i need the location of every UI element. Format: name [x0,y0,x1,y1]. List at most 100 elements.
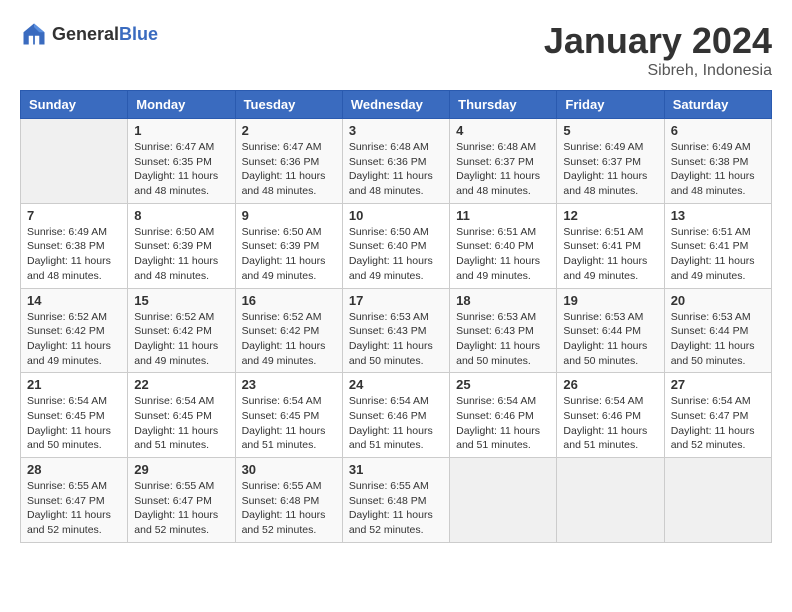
calendar-cell [664,458,771,543]
calendar-cell: 5 Sunrise: 6:49 AMSunset: 6:37 PMDaylight… [557,119,664,204]
calendar-cell: 14Sunrise: 6:52 AMSunset: 6:42 PMDayligh… [21,288,128,373]
calendar-header: SundayMondayTuesdayWednesdayThursdayFrid… [21,91,772,119]
weekday-friday: Friday [557,91,664,119]
calendar-cell: 23 Sunrise: 6:54 AMSunset: 6:45 PMDayligh… [235,373,342,458]
day-number: 24 [349,377,443,392]
weekday-monday: Monday [128,91,235,119]
calendar-cell: 22 Sunrise: 6:54 AMSunset: 6:45 PMDayligh… [128,373,235,458]
weekday-thursday: Thursday [450,91,557,119]
day-info: Sunrise: 6:54 AMSunset: 6:46 PMDaylight:… [563,394,657,453]
day-info: Sunrise: 6:54 AMSunset: 6:46 PMDaylight:… [456,394,550,453]
calendar-cell: 16Sunrise: 6:52 AMSunset: 6:42 PMDayligh… [235,288,342,373]
day-number: 18 [456,293,550,308]
day-info: Sunrise: 6:47 AMSunset: 6:35 PMDaylight:… [134,140,228,199]
day-info: Sunrise: 6:51 AMSunset: 6:40 PMDaylight:… [456,225,550,284]
calendar-cell: 4Sunrise: 6:48 AMSunset: 6:37 PMDaylight… [450,119,557,204]
calendar-cell: 19 Sunrise: 6:53 AMSunset: 6:44 PMDayligh… [557,288,664,373]
day-info: Sunrise: 6:50 AMSunset: 6:39 PMDaylight:… [134,225,228,284]
day-number: 13 [671,208,765,223]
day-info: Sunrise: 6:50 AMSunset: 6:39 PMDaylight:… [242,225,336,284]
day-number: 12 [563,208,657,223]
day-number: 27 [671,377,765,392]
logo-text-general: General [52,24,119,44]
day-number: 9 [242,208,336,223]
day-info: Sunrise: 6:51 AMSunset: 6:41 PMDaylight:… [671,225,765,284]
calendar-cell [21,119,128,204]
day-number: 28 [27,462,121,477]
calendar-cell: 20Sunrise: 6:53 AMSunset: 6:44 PMDayligh… [664,288,771,373]
calendar-cell: 29 Sunrise: 6:55 AMSunset: 6:47 PMDayligh… [128,458,235,543]
calendar-cell: 13 Sunrise: 6:51 AMSunset: 6:41 PMDayligh… [664,203,771,288]
weekday-sunday: Sunday [21,91,128,119]
day-number: 21 [27,377,121,392]
day-info: Sunrise: 6:48 AMSunset: 6:37 PMDaylight:… [456,140,550,199]
weekday-wednesday: Wednesday [342,91,449,119]
day-number: 23 [242,377,336,392]
calendar-table: SundayMondayTuesdayWednesdayThursdayFrid… [20,90,772,543]
day-number: 30 [242,462,336,477]
day-number: 5 [563,123,657,138]
day-info: Sunrise: 6:53 AMSunset: 6:43 PMDaylight:… [349,310,443,369]
day-info: Sunrise: 6:54 AMSunset: 6:46 PMDaylight:… [349,394,443,453]
calendar-week-4: 21 Sunrise: 6:54 AMSunset: 6:45 PMDayligh… [21,373,772,458]
day-info: Sunrise: 6:55 AMSunset: 6:47 PMDaylight:… [27,479,121,538]
calendar-cell: 26 Sunrise: 6:54 AMSunset: 6:46 PMDayligh… [557,373,664,458]
calendar-week-3: 14Sunrise: 6:52 AMSunset: 6:42 PMDayligh… [21,288,772,373]
day-info: Sunrise: 6:55 AMSunset: 6:47 PMDaylight:… [134,479,228,538]
calendar-cell: 11Sunrise: 6:51 AMSunset: 6:40 PMDayligh… [450,203,557,288]
logo: GeneralBlue [20,20,158,48]
day-info: Sunrise: 6:51 AMSunset: 6:41 PMDaylight:… [563,225,657,284]
day-number: 1 [134,123,228,138]
calendar-cell: 21 Sunrise: 6:54 AMSunset: 6:45 PMDayligh… [21,373,128,458]
calendar-cell [450,458,557,543]
day-number: 6 [671,123,765,138]
day-info: Sunrise: 6:49 AMSunset: 6:37 PMDaylight:… [563,140,657,199]
day-number: 22 [134,377,228,392]
day-info: Sunrise: 6:48 AMSunset: 6:36 PMDaylight:… [349,140,443,199]
calendar-cell: 17 Sunrise: 6:53 AMSunset: 6:43 PMDayligh… [342,288,449,373]
calendar-cell: 10 Sunrise: 6:50 AMSunset: 6:40 PMDayligh… [342,203,449,288]
day-number: 7 [27,208,121,223]
calendar-cell: 3Sunrise: 6:48 AMSunset: 6:36 PMDaylight… [342,119,449,204]
day-info: Sunrise: 6:53 AMSunset: 6:44 PMDaylight:… [563,310,657,369]
day-number: 2 [242,123,336,138]
calendar-cell: 18Sunrise: 6:53 AMSunset: 6:43 PMDayligh… [450,288,557,373]
day-number: 29 [134,462,228,477]
day-number: 31 [349,462,443,477]
calendar-cell: 9 Sunrise: 6:50 AMSunset: 6:39 PMDaylight… [235,203,342,288]
day-info: Sunrise: 6:52 AMSunset: 6:42 PMDaylight:… [134,310,228,369]
day-info: Sunrise: 6:54 AMSunset: 6:47 PMDaylight:… [671,394,765,453]
calendar-body: 1 Sunrise: 6:47 AMSunset: 6:35 PMDaylight… [21,119,772,543]
day-info: Sunrise: 6:50 AMSunset: 6:40 PMDaylight:… [349,225,443,284]
calendar-cell: 2Sunrise: 6:47 AMSunset: 6:36 PMDaylight… [235,119,342,204]
calendar-week-1: 1 Sunrise: 6:47 AMSunset: 6:35 PMDaylight… [21,119,772,204]
calendar-cell: 24 Sunrise: 6:54 AMSunset: 6:46 PMDayligh… [342,373,449,458]
title-block: January 2024 Sibreh, Indonesia [544,20,772,80]
logo-text-blue: Blue [119,24,158,44]
calendar-cell: 30 Sunrise: 6:55 AMSunset: 6:48 PMDayligh… [235,458,342,543]
calendar-cell: 7Sunrise: 6:49 AMSunset: 6:38 PMDaylight… [21,203,128,288]
calendar-cell: 1 Sunrise: 6:47 AMSunset: 6:35 PMDaylight… [128,119,235,204]
day-number: 17 [349,293,443,308]
calendar-cell: 6Sunrise: 6:49 AMSunset: 6:38 PMDaylight… [664,119,771,204]
calendar-cell: 8 Sunrise: 6:50 AMSunset: 6:39 PMDaylight… [128,203,235,288]
calendar-cell: 12 Sunrise: 6:51 AMSunset: 6:41 PMDayligh… [557,203,664,288]
weekday-tuesday: Tuesday [235,91,342,119]
month-year: January 2024 [544,20,772,62]
calendar-cell [557,458,664,543]
day-info: Sunrise: 6:55 AMSunset: 6:48 PMDaylight:… [242,479,336,538]
day-number: 8 [134,208,228,223]
calendar-week-2: 7Sunrise: 6:49 AMSunset: 6:38 PMDaylight… [21,203,772,288]
day-number: 19 [563,293,657,308]
day-info: Sunrise: 6:54 AMSunset: 6:45 PMDaylight:… [242,394,336,453]
logo-icon [20,20,48,48]
day-number: 25 [456,377,550,392]
day-info: Sunrise: 6:55 AMSunset: 6:48 PMDaylight:… [349,479,443,538]
day-info: Sunrise: 6:54 AMSunset: 6:45 PMDaylight:… [134,394,228,453]
day-number: 26 [563,377,657,392]
day-number: 10 [349,208,443,223]
weekday-saturday: Saturday [664,91,771,119]
page-header: GeneralBlue January 2024 Sibreh, Indones… [20,20,772,80]
day-info: Sunrise: 6:54 AMSunset: 6:45 PMDaylight:… [27,394,121,453]
day-number: 15 [134,293,228,308]
